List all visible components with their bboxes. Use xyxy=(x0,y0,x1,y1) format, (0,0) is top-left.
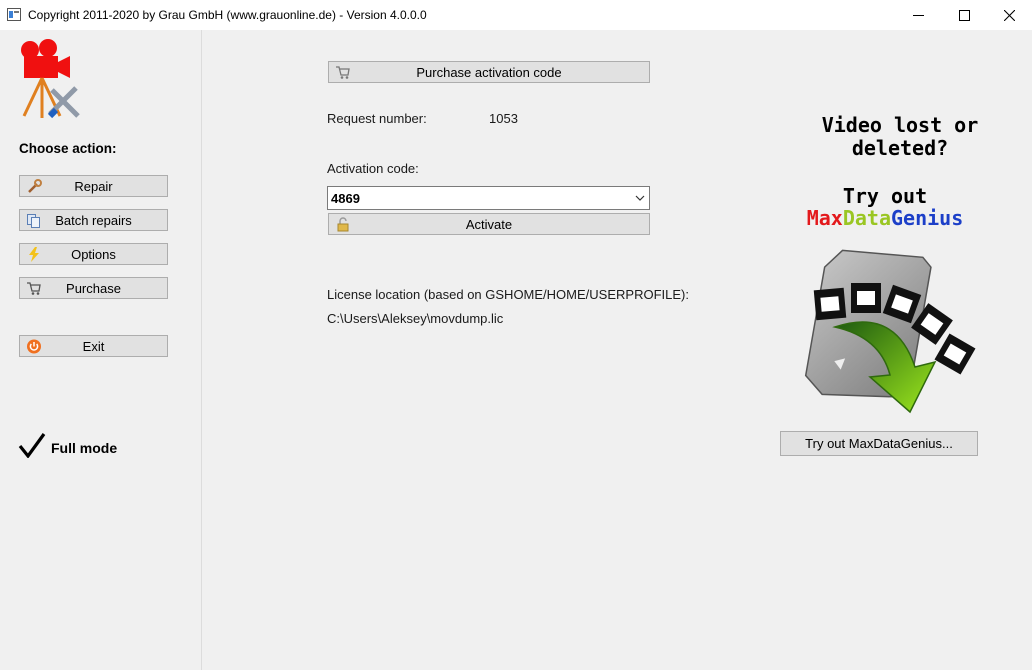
exit-button[interactable]: Exit xyxy=(19,335,168,357)
activate-label: Activate xyxy=(465,216,513,232)
request-number-value: 1053 xyxy=(489,111,518,126)
purchase-button[interactable]: Purchase xyxy=(19,277,168,299)
repair-label: Repair xyxy=(74,178,113,194)
purchase-activation-code-button[interactable]: Purchase activation code xyxy=(328,61,650,83)
minimize-icon xyxy=(912,14,924,16)
power-icon xyxy=(27,339,41,354)
license-path: C:\Users\Aleksey\movdump.lic xyxy=(327,311,504,326)
cart-icon xyxy=(27,282,41,295)
camera-tools-logo-icon xyxy=(21,39,80,119)
brand-name: MaxDataGenius xyxy=(780,206,990,230)
maximize-button[interactable] xyxy=(941,0,987,30)
activation-code-combobox[interactable]: 4869 xyxy=(327,186,650,210)
padlock-icon xyxy=(337,217,349,232)
close-icon xyxy=(1003,9,1015,21)
try-maxdatagenius-label: Try out MaxDataGenius... xyxy=(805,436,953,451)
activation-code-value: 4869 xyxy=(331,191,360,206)
promo-line-3: Try out xyxy=(842,184,928,208)
brand-part-genius: Genius xyxy=(891,206,964,230)
promo-line-2: deleted? xyxy=(851,136,949,160)
cart-icon xyxy=(336,66,350,79)
purchase-activation-code-label: Purchase activation code xyxy=(416,64,562,80)
choose-action-label: Choose action: xyxy=(19,141,117,156)
repair-button[interactable]: Repair xyxy=(19,175,168,197)
license-location-label: License location (based on GSHOME/HOME/U… xyxy=(327,287,689,302)
brand-part-max: Max xyxy=(806,206,843,230)
batch-repairs-label: Batch repairs xyxy=(55,212,132,228)
documents-icon xyxy=(27,214,40,228)
app-icon xyxy=(7,8,21,21)
request-number-label: Request number: xyxy=(327,111,427,126)
wrench-icon xyxy=(28,179,42,193)
chevron-down-icon[interactable] xyxy=(635,195,645,202)
activate-button[interactable]: Activate xyxy=(328,213,650,235)
full-mode-label: Full mode xyxy=(51,440,118,456)
try-maxdatagenius-button[interactable]: Try out MaxDataGenius... xyxy=(780,431,978,456)
sidebar-divider xyxy=(201,30,202,670)
promo-line-1: Video lost or xyxy=(821,113,979,137)
options-label: Options xyxy=(71,246,116,262)
purchase-label: Purchase xyxy=(66,280,121,296)
window-title: Copyright 2011-2020 by Grau GmbH (www.gr… xyxy=(28,8,427,22)
close-button[interactable] xyxy=(986,0,1032,30)
title-bar: Copyright 2011-2020 by Grau GmbH (www.gr… xyxy=(0,0,1032,30)
activation-code-label: Activation code: xyxy=(327,161,419,176)
brand-part-data: Data xyxy=(842,206,892,230)
options-button[interactable]: Options xyxy=(19,243,168,265)
exit-label: Exit xyxy=(82,338,105,354)
minimize-button[interactable] xyxy=(895,0,941,30)
memory-card-recovery-illustration-icon xyxy=(804,249,976,414)
checkmark-icon xyxy=(18,433,46,458)
maximize-icon xyxy=(958,9,970,21)
sidebar: Choose action: Repair Batch repairs Opti… xyxy=(0,30,200,670)
lightning-icon xyxy=(29,247,39,262)
batch-repairs-button[interactable]: Batch repairs xyxy=(19,209,168,231)
